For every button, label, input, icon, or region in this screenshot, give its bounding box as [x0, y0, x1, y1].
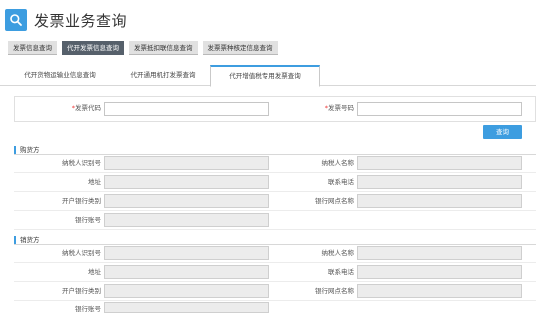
- buyer-address-field: [104, 175, 269, 189]
- query-button[interactable]: 查询: [483, 125, 522, 139]
- buyer-bank-account-field: [104, 213, 269, 227]
- tab-invoice-type-approval[interactable]: 发票票种核定信息查询: [202, 41, 278, 55]
- tab-invoice-info[interactable]: 发票信息查询: [8, 41, 57, 55]
- seller-phone-label: 联系电话: [328, 268, 354, 276]
- subtab-general-machine-invoice[interactable]: 代开通用机打发票查询: [116, 65, 210, 86]
- invoice-code-input[interactable]: [104, 102, 269, 116]
- seller-bank-category-field: [104, 284, 269, 298]
- page-title: 发票业务查询: [34, 11, 128, 30]
- page-header: 发票业务查询: [5, 8, 127, 32]
- buyer-section-title: 购货方: [14, 146, 40, 154]
- seller-address-field: [104, 265, 269, 279]
- seller-bank-account-field: [104, 302, 269, 313]
- sub-tab-bar: 代开货物运输业信息查询 代开通用机打发票查询 代开增值税专用发票查询: [0, 65, 536, 87]
- seller-address-label: 地址: [88, 268, 101, 276]
- subtab-vat-special-invoice[interactable]: 代开增值税专用发票查询: [210, 65, 320, 87]
- seller-taxpayer-name-label: 纳税人名称: [321, 249, 355, 257]
- invoice-number-input[interactable]: [357, 102, 522, 116]
- buyer-taxpayer-name-field: [357, 156, 522, 170]
- seller-taxpayer-id-label: 纳税人识别号: [62, 249, 101, 257]
- seller-phone-field: [357, 265, 522, 279]
- seller-bank-account-label: 银行账号: [75, 305, 101, 313]
- buyer-phone-label: 联系电话: [328, 178, 354, 186]
- buyer-address-label: 地址: [88, 178, 101, 186]
- invoice-code-label: *发票代码: [71, 104, 101, 112]
- buyer-taxpayer-id-label: 纳税人识别号: [62, 159, 101, 167]
- tab-deduction-info[interactable]: 发票抵扣联信息查询: [129, 41, 198, 55]
- seller-bank-branch-field: [357, 284, 522, 298]
- seller-taxpayer-id-field: [104, 246, 269, 260]
- seller-section-title: 销货方: [14, 236, 40, 244]
- buyer-bank-account-label: 银行账号: [75, 216, 101, 224]
- main-tab-bar: 发票信息查询 代开发票信息查询 发票抵扣联信息查询 发票票种核定信息查询: [8, 41, 283, 55]
- tab-issued-invoice-info[interactable]: 代开发票信息查询: [62, 41, 124, 55]
- seller-taxpayer-name-field: [357, 246, 522, 260]
- seller-bank-category-label: 开户银行类别: [62, 287, 101, 295]
- buyer-phone-field: [357, 175, 522, 189]
- buyer-bank-branch-field: [357, 194, 522, 208]
- subtab-freight-transport[interactable]: 代开货物运输业信息查询: [12, 65, 108, 86]
- invoice-number-label: *发票号码: [324, 104, 354, 112]
- buyer-bank-branch-label: 银行网点名称: [315, 197, 354, 205]
- search-icon: [5, 9, 27, 31]
- buyer-bank-category-label: 开户银行类别: [62, 197, 101, 205]
- seller-bank-branch-label: 银行网点名称: [315, 287, 354, 295]
- buyer-taxpayer-name-label: 纳税人名称: [321, 159, 355, 167]
- buyer-taxpayer-id-field: [104, 156, 269, 170]
- buyer-bank-category-field: [104, 194, 269, 208]
